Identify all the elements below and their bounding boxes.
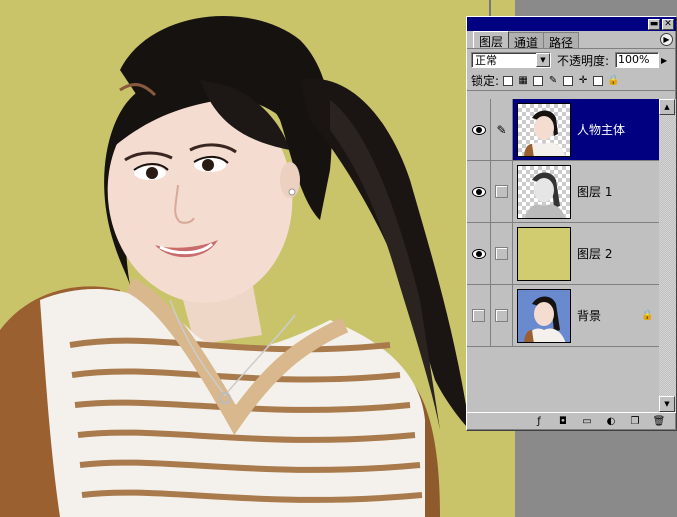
- blend-row: 正常 ▼ 不透明度: 100% ▶: [467, 49, 676, 71]
- hidden-box: [472, 309, 485, 322]
- palette-menu-icon[interactable]: ▶: [660, 33, 673, 46]
- all-lock-icon: 🔒: [607, 75, 620, 86]
- layer-thumbnail: [517, 102, 571, 157]
- layers-palette: ▬ ✕ 图层 通道 路径 ▶ 正常 ▼ 不透明度: 100% ▶ 锁定: ▦ ✎…: [466, 16, 677, 431]
- link-toggle[interactable]: [491, 285, 513, 346]
- scroll-up-button[interactable]: ▲: [659, 99, 675, 115]
- delete-layer-button[interactable]: 🗑: [648, 414, 670, 429]
- lock-move-checkbox[interactable]: [563, 75, 574, 86]
- lock-all-checkbox[interactable]: [593, 75, 604, 86]
- link-toggle[interactable]: ✎: [491, 99, 513, 160]
- adjustment-layer-button[interactable]: ◐: [600, 414, 622, 429]
- add-mask-button[interactable]: ◘: [552, 414, 574, 429]
- visibility-toggle[interactable]: [467, 99, 491, 160]
- visibility-toggle[interactable]: [467, 285, 491, 346]
- portrait-image: [0, 15, 470, 517]
- new-layer-icon: ❐: [630, 416, 640, 427]
- new-set-icon: ▭: [582, 416, 592, 427]
- layers-scrollbar[interactable]: ▲ ▼: [659, 99, 676, 412]
- adjustment-layer-icon: ◐: [606, 416, 616, 427]
- layer-style-button[interactable]: ƒ: [528, 414, 550, 429]
- lock-icon: 🔒: [641, 310, 654, 321]
- eye-icon: [471, 248, 486, 259]
- brush-icon: ✎: [496, 122, 507, 137]
- move-lock-icon: ✛: [578, 75, 588, 86]
- layer-name: 图层 2: [577, 247, 613, 261]
- tab-channels[interactable]: 通道: [508, 32, 545, 50]
- layer-name: 人物主体: [577, 123, 626, 137]
- close-button[interactable]: ✕: [662, 18, 674, 30]
- blend-mode-select[interactable]: 正常 ▼: [471, 52, 551, 68]
- trash-icon: 🗑: [652, 416, 666, 427]
- minimize-button[interactable]: ▬: [648, 18, 660, 30]
- palette-tabs: 图层 通道 路径 ▶: [467, 31, 676, 50]
- layer-row-layer2[interactable]: 图层 2: [467, 223, 659, 285]
- layer-name: 图层 1: [577, 185, 613, 199]
- lock-transparency-checkbox[interactable]: [503, 75, 514, 86]
- opacity-slider-icon[interactable]: ▶: [661, 56, 667, 65]
- lock-row: 锁定: ▦ ✎ ✛ 🔒: [467, 71, 676, 91]
- layers-list: ✎ 人物主体 图层 1 图层 2 背景 🔒: [467, 99, 659, 412]
- mask-icon: ◘: [559, 416, 567, 427]
- layer-thumbnail: [517, 226, 571, 281]
- link-box: [495, 185, 508, 198]
- lock-label: 锁定:: [471, 74, 500, 88]
- eye-icon: [471, 186, 486, 197]
- opacity-input[interactable]: 100%: [615, 52, 660, 68]
- layer-row-background[interactable]: 背景 🔒: [467, 285, 659, 347]
- brush-lock-icon: ✎: [548, 75, 558, 86]
- palette-bottom-bar: ƒ ◘ ▭ ◐ ❐ 🗑: [467, 412, 676, 430]
- link-toggle[interactable]: [491, 223, 513, 284]
- link-box: [495, 309, 508, 322]
- link-box: [495, 247, 508, 260]
- layer-name: 背景: [577, 309, 602, 323]
- link-toggle[interactable]: [491, 161, 513, 222]
- palette-titlebar[interactable]: ▬ ✕: [467, 17, 676, 31]
- eye-icon: [471, 124, 486, 135]
- visibility-toggle[interactable]: [467, 161, 491, 222]
- scroll-down-button[interactable]: ▼: [659, 396, 675, 412]
- layer-style-icon: ƒ: [537, 416, 541, 427]
- chevron-down-icon: ▼: [536, 53, 550, 67]
- layer-row-person[interactable]: ✎ 人物主体: [467, 99, 659, 161]
- transparency-lock-icon: ▦: [518, 75, 528, 86]
- visibility-toggle[interactable]: [467, 223, 491, 284]
- blend-mode-value: 正常: [475, 54, 497, 67]
- layer-thumbnail: [517, 288, 571, 343]
- tab-layers[interactable]: 图层: [473, 31, 510, 49]
- opacity-label: 不透明度:: [557, 53, 610, 68]
- layer-row-layer1[interactable]: 图层 1: [467, 161, 659, 223]
- new-set-button[interactable]: ▭: [576, 414, 598, 429]
- new-layer-button[interactable]: ❐: [624, 414, 646, 429]
- layer-thumbnail: [517, 164, 571, 219]
- tab-paths[interactable]: 路径: [543, 32, 580, 50]
- lock-brush-checkbox[interactable]: [533, 75, 544, 86]
